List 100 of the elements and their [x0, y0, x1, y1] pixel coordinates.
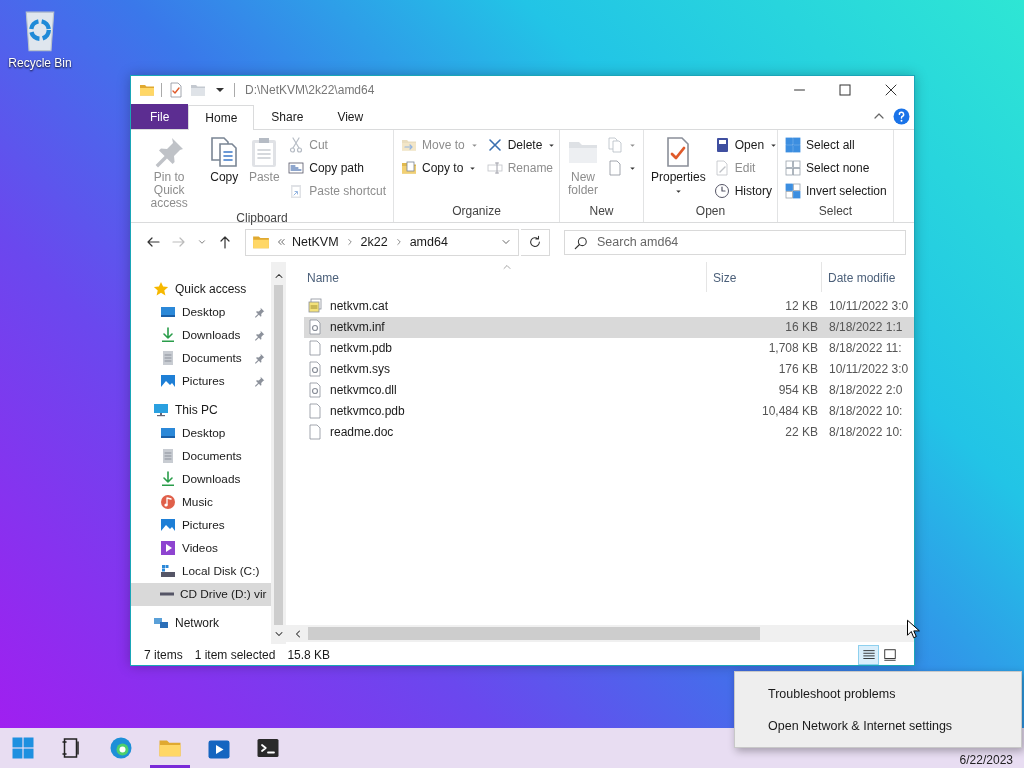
file-date: 8/18/2022 10: [828, 404, 904, 419]
cd-drive-icon [160, 592, 174, 597]
checkmark-document-icon[interactable] [168, 81, 184, 98]
refresh-button[interactable] [521, 228, 550, 256]
folder-arrow-icon [401, 137, 417, 154]
file-size: 1,708 KB [767, 341, 819, 356]
ribbon-group-label: Select [817, 202, 854, 220]
context-menu-item[interactable]: Troubleshoot problems [735, 683, 1021, 705]
column-header[interactable]: Name [301, 261, 706, 292]
scroll-thumb[interactable] [308, 627, 760, 641]
selection-status: 1 item selected [194, 647, 276, 662]
file-row[interactable]: netkvmco.pdb 10,484 KB 8/18/2022 10: [304, 400, 914, 422]
file-name: netkvm.pdb [330, 341, 393, 356]
file-row[interactable]: netkvm.inf 16 KB 8/18/2022 1:1 [304, 316, 914, 338]
file-icon [307, 403, 323, 420]
navigation-item[interactable]: Desktop [131, 300, 271, 324]
navigation-item[interactable]: Pictures [131, 513, 271, 537]
details-view-button[interactable] [858, 644, 879, 665]
navigation-item[interactable]: Videos [131, 536, 271, 560]
file-menu-button[interactable]: File [131, 103, 189, 129]
file-icon [307, 340, 323, 357]
minimize-icon [793, 88, 805, 91]
invert-selection-icon [785, 183, 801, 200]
music-icon [160, 494, 176, 511]
vertical-scrollbar[interactable] [271, 261, 286, 645]
navigation-item[interactable]: This PC [131, 398, 271, 422]
settings-file-icon [307, 361, 323, 378]
scissors-icon [288, 137, 305, 154]
navigation-item[interactable]: Documents [131, 444, 271, 468]
disk-drive-icon [160, 563, 176, 580]
browser-icon [109, 736, 133, 760]
navigation-item[interactable]: Desktop [131, 421, 271, 445]
ribbon-button[interactable]: History [710, 180, 782, 202]
file-date: 8/18/2022 1:1 [828, 320, 904, 335]
navigation-item[interactable]: Pictures [131, 369, 271, 393]
file-row[interactable]: readme.doc 22 KB 8/18/2022 10: [304, 421, 914, 443]
item-count: 7 items [144, 647, 183, 662]
pin-icon [254, 352, 265, 364]
ribbon-group-label: Open [694, 202, 727, 220]
file-date: 10/11/2022 3:0 [828, 362, 910, 377]
clock-icon [713, 183, 730, 200]
file-name: netkvmco.pdb [330, 404, 405, 419]
pages-icon [607, 137, 623, 154]
start-icon [11, 736, 35, 760]
taskbar-date[interactable]: 6/22/2023 [959, 753, 1013, 767]
ribbon-group-label: New [588, 202, 615, 220]
search-icon [574, 235, 588, 250]
column-header[interactable]: Size [706, 261, 821, 292]
file-date: 8/18/2022 10: [828, 425, 904, 440]
column-header[interactable]: Date modifie [821, 261, 914, 292]
file-size: 16 KB [784, 320, 819, 335]
file-date: 10/11/2022 3:0 [828, 299, 910, 314]
ribbon-button[interactable]: Open [710, 134, 782, 156]
ribbon-group-label: Organize [451, 202, 502, 220]
file-row[interactable]: netkvmco.dll 954 KB 8/18/2022 2:0 [304, 379, 914, 401]
large-icons-view-icon [882, 647, 897, 662]
file-name: netkvm.cat [330, 299, 389, 314]
file-row[interactable]: netkvm.sys 176 KB 10/11/2022 3:0 [304, 358, 914, 380]
monitor-icon [153, 402, 169, 419]
file-name: netkvm.sys [330, 362, 390, 377]
breadcrumb[interactable]: 2k22 [360, 235, 388, 250]
navigation-item[interactable]: Music [131, 490, 271, 514]
breadcrumb[interactable]: amd64 [409, 235, 448, 250]
selection-size: 15.8 KB [287, 647, 331, 662]
breadcrumb[interactable]: NetKVM [292, 235, 339, 250]
navigation-item[interactable]: Downloads [131, 323, 271, 347]
scroll-thumb[interactable] [274, 284, 283, 626]
desktop-icon-label[interactable]: Recycle Bin [8, 56, 72, 70]
terminal-icon [256, 736, 280, 760]
file-size: 10,484 KB [760, 404, 819, 419]
file-row[interactable]: netkvm.cat 12 KB 10/11/2022 3:0 [304, 295, 914, 317]
ribbon-button[interactable]: Copy to [398, 157, 482, 179]
navigation-item[interactable]: CD Drive (D:) vir [131, 582, 271, 606]
ribbon-button[interactable]: Select none [782, 157, 890, 179]
ribbon-button[interactable]: Select all [782, 134, 890, 156]
ribbon-tab[interactable]: Share [254, 103, 321, 129]
ribbon-tab[interactable]: Home [188, 104, 255, 130]
search-field[interactable]: Search amd64 [564, 229, 906, 255]
pin-icon [153, 135, 186, 168]
context-menu-item[interactable]: Open Network & Internet settings [735, 715, 1021, 737]
navigation-item[interactable]: Quick access [131, 277, 271, 301]
file-row[interactable]: netkvm.pdb 1,708 KB 8/18/2022 11: [304, 337, 914, 359]
address-bar[interactable]: NetKVM 2k22 amd64 [245, 228, 520, 256]
horizontal-scrollbar[interactable] [286, 625, 914, 643]
ribbon-button[interactable]: Copy [205, 132, 244, 184]
navigation-item[interactable]: Documents [131, 346, 271, 370]
ribbon-button[interactable]: Invert selection [782, 180, 890, 202]
navigation-item[interactable]: Local Disk (C:) [131, 559, 271, 583]
file-icon [307, 424, 323, 441]
folder-pages-icon [401, 160, 417, 177]
navigation-item[interactable]: Downloads [131, 467, 271, 491]
select-all-icon [785, 137, 801, 154]
ribbon-button[interactable]: Copy path [285, 157, 389, 179]
file-date: 8/18/2022 11: [828, 341, 903, 356]
ribbon-button[interactable]: Properties [648, 132, 709, 196]
help-icon[interactable] [893, 107, 910, 125]
ribbon-tab[interactable]: View [320, 103, 381, 129]
navigation-item[interactable]: Network [131, 611, 271, 635]
ribbon-button[interactable]: Delete [483, 134, 560, 156]
file-size: 22 KB [784, 425, 819, 440]
